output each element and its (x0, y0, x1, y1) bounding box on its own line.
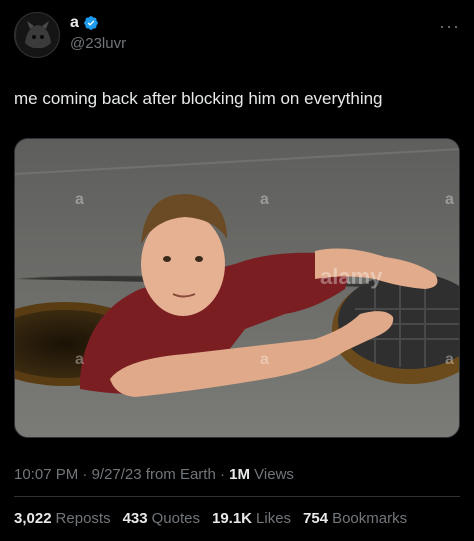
display-name[interactable]: a (70, 14, 79, 32)
tweet-media[interactable]: a a a alamy a a a (14, 138, 460, 438)
divider (14, 496, 460, 497)
svg-text:a: a (75, 351, 84, 368)
tweet-meta: 10:07 PM · 9/27/23 from Earth · 1M Views (14, 466, 294, 483)
likes-label: Likes (256, 510, 292, 527)
views-count[interactable]: 1M (229, 466, 250, 483)
svg-text:a: a (445, 191, 454, 208)
more-icon[interactable]: ··· (439, 16, 460, 37)
bookmarks-count: 754 (303, 510, 329, 527)
tweet-header: a @23luvr ··· (14, 12, 460, 60)
likes-count: 19.1K (211, 510, 253, 527)
tweet-date[interactable]: 9/27/23 (92, 466, 142, 483)
author-names: a @23luvr (70, 14, 126, 52)
media-image: a a a alamy a a a (15, 139, 459, 437)
verified-badge-icon[interactable] (83, 15, 99, 31)
tweet-source: from Earth (145, 466, 216, 483)
svg-text:alamy: alamy (320, 264, 383, 289)
reposts-label: Reposts (55, 510, 111, 527)
svg-text:a: a (75, 191, 84, 208)
quotes-count: 433 (122, 510, 148, 527)
reposts-stat[interactable]: 3,022 Reposts (14, 510, 111, 527)
quotes-stat[interactable]: 433 Quotes (123, 510, 200, 527)
quotes-label: Quotes (151, 510, 200, 527)
svg-text:a: a (260, 191, 269, 208)
author-handle[interactable]: @23luvr (70, 35, 126, 52)
avatar[interactable] (14, 12, 60, 58)
bookmarks-label: Bookmarks (332, 510, 408, 527)
meta-separator: · (219, 466, 230, 483)
svg-text:a: a (260, 351, 269, 368)
display-name-row: a (70, 14, 126, 32)
likes-stat[interactable]: 19.1K Likes (212, 510, 291, 527)
reposts-count: 3,022 (14, 510, 52, 527)
avatar-image (16, 14, 59, 57)
tweet-text: me coming back after blocking him on eve… (14, 89, 383, 108)
svg-text:a: a (445, 351, 454, 368)
views-label: Views (254, 466, 294, 483)
meta-separator: · (82, 466, 92, 483)
tweet-time[interactable]: 10:07 PM (14, 466, 78, 483)
engagement-stats: 3,022 Reposts 433 Quotes 19.1K Likes 754… (14, 510, 407, 527)
bookmarks-stat[interactable]: 754 Bookmarks (303, 510, 407, 527)
